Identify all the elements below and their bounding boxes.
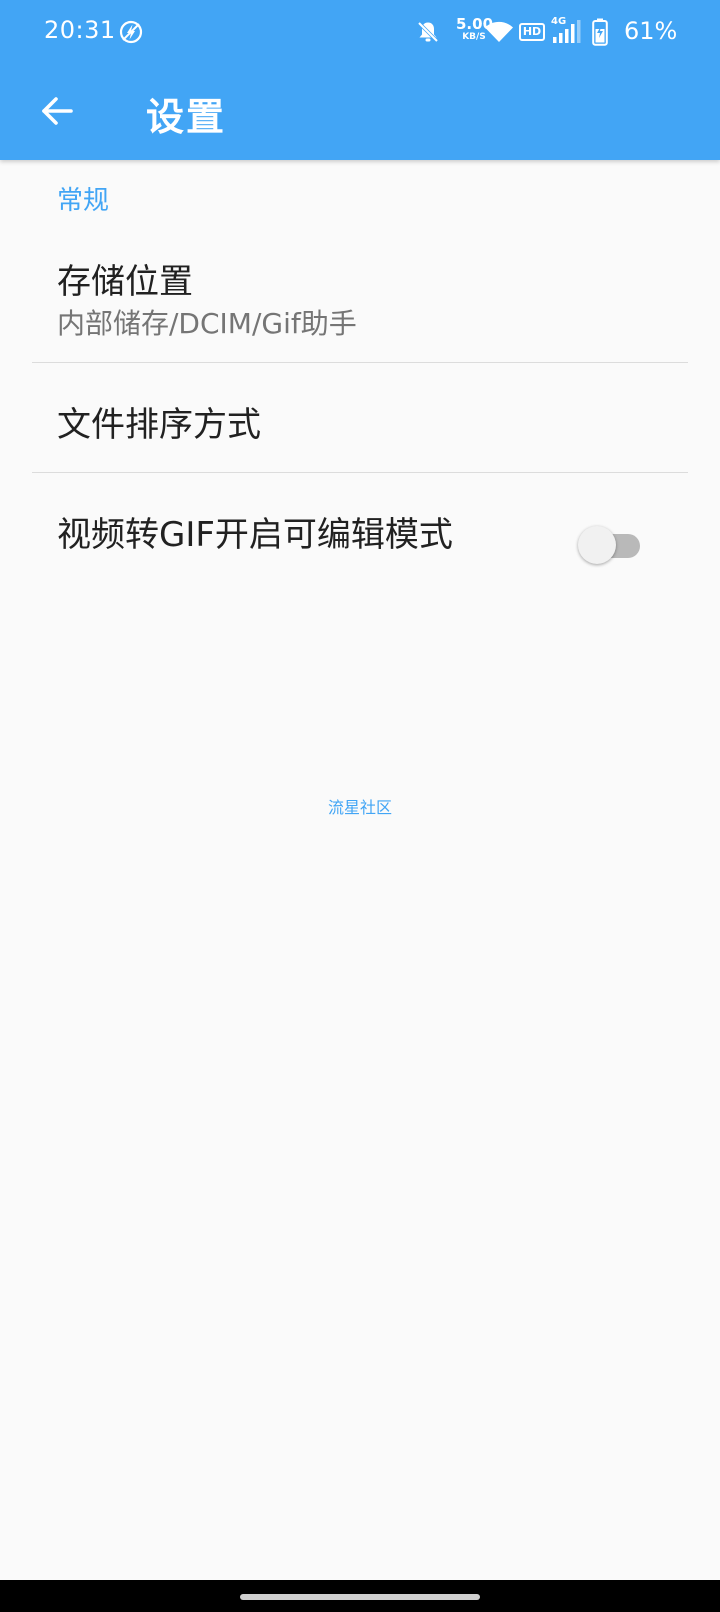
pref-summary: 内部储存/DCIM/Gif助手 — [57, 307, 357, 340]
header: 20:31 5.00 KB/S HD 4G 61% 设置 — [0, 0, 720, 160]
pref-file-sort-order[interactable]: 文件排序方式 — [32, 363, 688, 472]
pref-title: 存储位置 — [57, 262, 193, 302]
home-gesture-handle[interactable] — [240, 1594, 480, 1600]
hd-icon: HD — [518, 18, 546, 46]
pref-title: 视频转GIF开启可编辑模式 — [57, 515, 453, 555]
bell-off-icon — [414, 18, 442, 46]
community-link[interactable]: 流星社区 — [0, 794, 720, 818]
edit-mode-switch[interactable] — [578, 526, 644, 566]
navigation-bar — [0, 1580, 720, 1612]
arrow-left-icon — [42, 97, 73, 125]
page-title: 设置 — [146, 95, 227, 139]
wifi-icon — [483, 18, 515, 46]
no-location-icon — [117, 18, 145, 46]
app-bar: 设置 — [0, 64, 720, 160]
network-type: 4G — [551, 16, 567, 27]
status-bar: 20:31 5.00 KB/S HD 4G 61% — [0, 0, 720, 64]
category-general: 常规 — [57, 186, 110, 216]
back-button[interactable] — [28, 82, 86, 140]
hd-label: HD — [518, 23, 546, 41]
switch-thumb — [578, 526, 616, 564]
battery-percent: 61% — [624, 17, 678, 45]
battery-charging-icon — [589, 18, 611, 46]
pref-storage-location[interactable]: 存储位置 内部储存/DCIM/Gif助手 — [32, 238, 688, 362]
pref-title: 文件排序方式 — [57, 405, 261, 445]
cellular-signal-icon: 4G — [551, 16, 585, 46]
status-time: 20:31 — [44, 16, 116, 44]
